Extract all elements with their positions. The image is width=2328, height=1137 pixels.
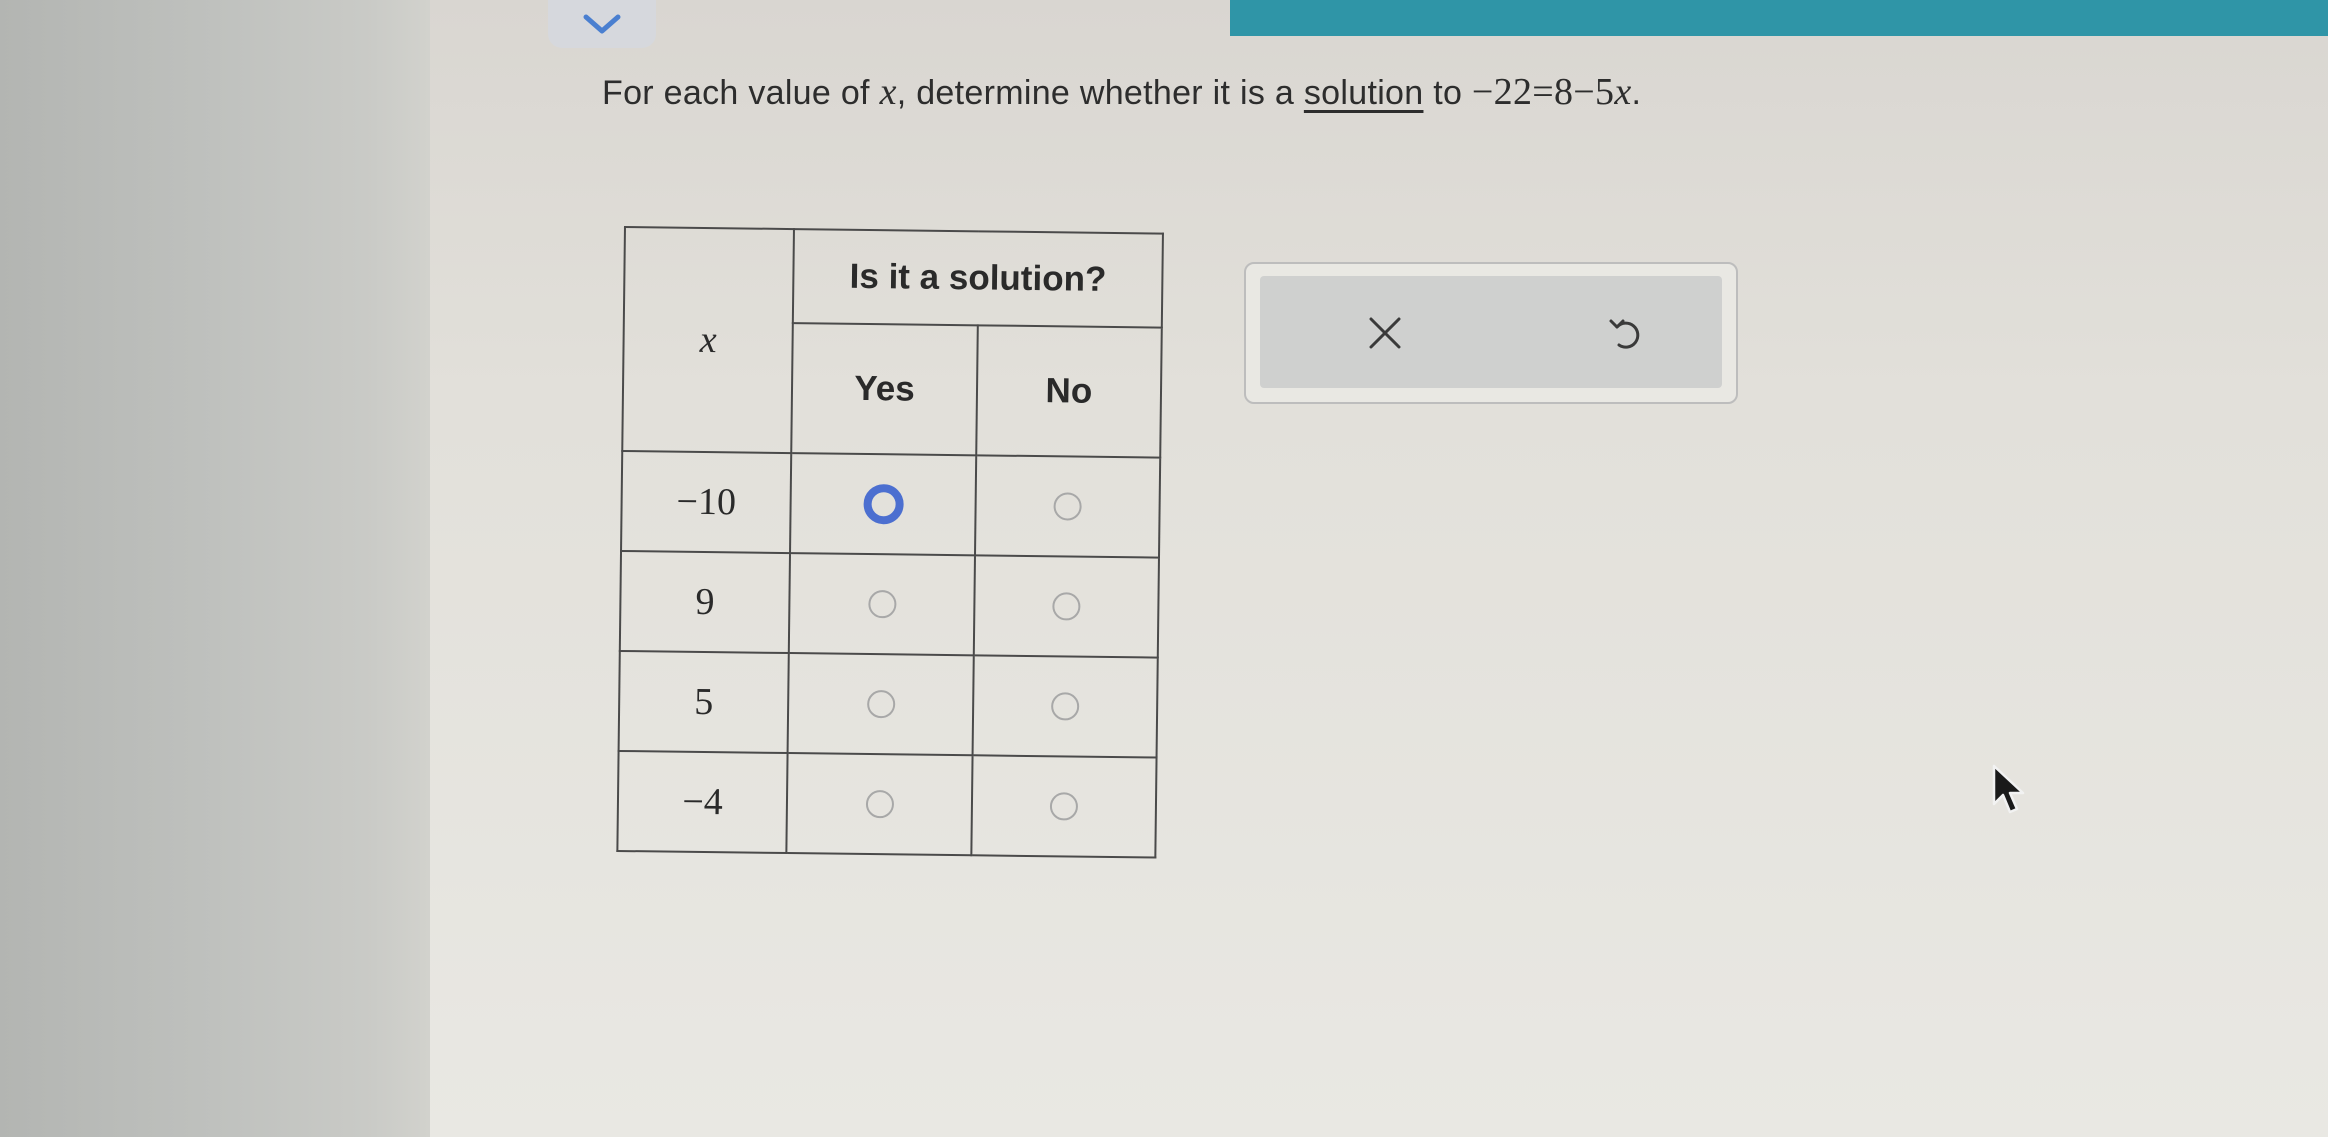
- cursor-arrow-icon: [1992, 764, 2025, 814]
- clear-button[interactable]: [1350, 298, 1420, 368]
- no-radio[interactable]: [1049, 792, 1078, 821]
- yes-cell: [789, 553, 975, 656]
- collapse-toggle[interactable]: [548, 0, 656, 48]
- yes-radio[interactable]: [867, 590, 897, 619]
- mouse-pointer: [1990, 764, 2030, 821]
- close-icon: [1369, 317, 1401, 349]
- yes-cell: [786, 753, 973, 856]
- solution-table: x Is it a solution? Yes No −10 9 5 −4: [616, 226, 1164, 859]
- no-radio[interactable]: [1052, 592, 1081, 621]
- top-accent-bar: [1230, 0, 2328, 36]
- yes-radio[interactable]: [862, 483, 904, 525]
- undo-icon: [1609, 319, 1640, 349]
- question-text: For each value of x, determine whether i…: [602, 70, 1641, 114]
- table-row: 9: [619, 550, 1159, 658]
- x-value: 5: [618, 650, 790, 754]
- answer-tools-bar: [1260, 276, 1722, 388]
- no-cell: [974, 455, 1161, 558]
- screen-bezel: [0, 0, 430, 1137]
- x-value: −4: [617, 750, 788, 854]
- equation-variable: x: [1614, 71, 1632, 113]
- table-row: −4: [617, 750, 1157, 858]
- chevron-down-icon: [583, 14, 621, 34]
- question-suffix: .: [1631, 74, 1642, 112]
- question-variable: x: [879, 71, 897, 113]
- table-row: −10: [621, 450, 1161, 558]
- no-radio[interactable]: [1050, 692, 1080, 721]
- solution-group-header: Is it a solution?: [793, 229, 1163, 328]
- yes-cell: [787, 653, 974, 756]
- equation: −22=8−5: [1471, 71, 1615, 113]
- no-cell: [971, 755, 1157, 858]
- yes-column-header: Yes: [791, 323, 978, 456]
- no-cell: [972, 655, 1158, 758]
- no-radio[interactable]: [1053, 492, 1082, 521]
- answer-tools-panel: [1244, 262, 1738, 404]
- yes-cell: [790, 453, 976, 556]
- yes-radio[interactable]: [866, 690, 895, 719]
- question-middle: , determine whether it is a: [896, 74, 1304, 112]
- question-to: to: [1423, 74, 1472, 112]
- yes-radio[interactable]: [865, 789, 894, 819]
- x-value: −10: [621, 450, 792, 554]
- undo-button[interactable]: [1590, 298, 1660, 368]
- x-column-header: x: [622, 227, 795, 454]
- solution-table-wrapper: x Is it a solution? Yes No −10 9 5 −4: [616, 226, 1164, 859]
- no-column-header: No: [975, 325, 1162, 458]
- no-cell: [973, 555, 1159, 658]
- solution-link[interactable]: solution: [1304, 74, 1424, 112]
- question-prefix: For each value of: [602, 74, 880, 112]
- table-row: 5: [618, 650, 1158, 758]
- x-value: 9: [619, 550, 791, 654]
